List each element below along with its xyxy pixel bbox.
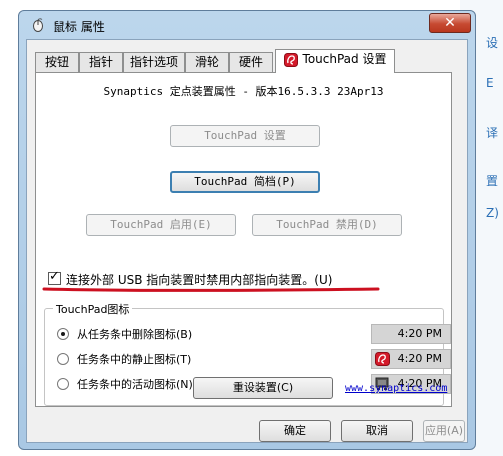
mouse-properties-window: 鼠标 属性 ✕ 按钮 指针 指针选项 滑轮 硬件 TouchPad 设置 Syn…	[18, 10, 476, 450]
tab-hardware[interactable]: 硬件	[229, 52, 273, 72]
taskbar-preview: 4:20 PM	[371, 349, 451, 369]
version-label: Synaptics 定点装置属性 - 版本16.5.3.3 23Apr13	[103, 85, 384, 98]
touchpad-settings-panel: Synaptics 定点装置属性 - 版本16.5.3.3 23Apr13 To…	[35, 72, 452, 407]
ok-button[interactable]: 确定	[259, 420, 331, 442]
radio-remove-icon-row[interactable]: 从任务条中删除图标(B) 4:20 PM	[57, 324, 451, 344]
group-title: TouchPad图标	[53, 301, 133, 317]
tab-pointer-options[interactable]: 指针选项	[123, 52, 185, 72]
touchpad-profile-button[interactable]: TouchPad 简档(P)	[170, 171, 320, 193]
tab-touchpad-settings[interactable]: TouchPad 设置	[275, 49, 395, 73]
touchpad-enable-button[interactable]: TouchPad 启用(E)	[86, 214, 236, 236]
radio-remove-icon[interactable]	[57, 328, 69, 340]
disable-when-usb-checkbox[interactable]	[48, 269, 61, 285]
background-text: 译	[486, 126, 499, 140]
touchpad-disable-button[interactable]: TouchPad 禁用(D)	[252, 214, 402, 236]
radio-static-icon-row[interactable]: 任务条中的静止图标(T) 4:20 PM	[57, 349, 451, 369]
touchpad-icon	[283, 52, 298, 67]
background-text: 设	[486, 36, 499, 50]
touchpad-static-icon	[375, 352, 390, 366]
radio-label: 任务条中的静止图标(T)	[77, 353, 192, 366]
radio-label: 从任务条中删除图标(B)	[77, 328, 193, 341]
clock-text: 4:20 PM	[397, 352, 442, 365]
radio-animated-icon[interactable]	[57, 378, 69, 390]
clock-text: 4:20 PM	[397, 327, 442, 340]
reset-device-button[interactable]: 重设装置(C)	[193, 377, 333, 399]
tab-pointers[interactable]: 指针	[79, 52, 123, 72]
radio-static-icon[interactable]	[57, 353, 69, 365]
synaptics-link[interactable]: www.synaptics.com	[345, 383, 447, 394]
window-title: 鼠标 属性	[53, 20, 105, 34]
taskbar-preview: 4:20 PM	[371, 324, 451, 344]
background-text: 置	[486, 174, 499, 188]
background-text: E	[486, 76, 494, 90]
dialog-client-area: 按钮 指针 指针选项 滑轮 硬件 TouchPad 设置 Synaptics 定…	[26, 39, 468, 443]
cancel-button[interactable]: 取消	[341, 420, 413, 442]
tab-wheel[interactable]: 滑轮	[185, 52, 229, 72]
mouse-icon	[33, 18, 43, 32]
touchpad-settings-button[interactable]: TouchPad 设置	[170, 125, 320, 147]
close-button[interactable]: ✕	[429, 13, 471, 33]
close-icon: ✕	[444, 15, 456, 31]
red-underline-annotation	[42, 287, 380, 292]
apply-button[interactable]: 应用(A)	[423, 420, 465, 442]
tab-buttons[interactable]: 按钮	[35, 52, 79, 72]
background-text: Z)	[486, 206, 499, 220]
radio-label: 任务条中的活动图标(N)	[77, 378, 193, 391]
title-bar[interactable]: 鼠标 属性 ✕	[19, 11, 475, 39]
